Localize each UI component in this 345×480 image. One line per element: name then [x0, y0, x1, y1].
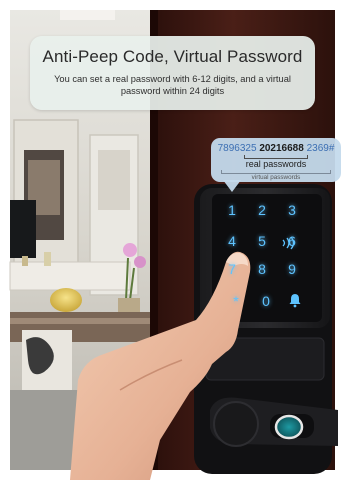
key-8[interactable]: 8 [252, 260, 272, 278]
tv-cabinet [9, 261, 131, 291]
nfc-card-icon [282, 236, 295, 250]
keypad: 1 2 3 4 5 6 7 8 9 * 0 [222, 198, 322, 313]
ceiling-panel [60, 10, 115, 20]
virtual-prefix: 7896325 [217, 143, 257, 154]
virtual-code-bracket [221, 170, 331, 174]
key-3[interactable]: 3 [282, 201, 302, 219]
doorbell-icon[interactable] [288, 292, 302, 308]
key-4[interactable]: 4 [222, 232, 242, 250]
headline-subtitle: You can set a real password with 6-12 di… [54, 74, 291, 96]
virtual-suffix: 2369# [306, 143, 335, 154]
vase [22, 256, 28, 266]
real-code-bracket [244, 155, 308, 159]
key-1[interactable]: 1 [222, 201, 242, 219]
headline-banner: Anti-Peep Code, Virtual Password You can… [30, 36, 315, 110]
television [10, 200, 36, 258]
key-2[interactable]: 2 [252, 201, 272, 219]
product-photo: 1 2 3 4 5 6 7 8 9 * 0 Anti-Peep Code, Vi… [0, 0, 345, 480]
shelf [98, 150, 130, 210]
flower-pot [118, 298, 140, 312]
golden-lamp [50, 288, 82, 312]
real-code: 20216688 [259, 143, 304, 154]
orchid-flower [123, 243, 137, 257]
headline-title: Anti-Peep Code, Virtual Password [42, 47, 303, 66]
fingerprint-sensor [274, 414, 304, 440]
key-7[interactable]: 7 [222, 260, 242, 278]
vase-2 [44, 252, 51, 266]
password-bubble: 7896325 20216688 2369# real passwords vi… [211, 138, 341, 182]
real-passwords-label: real passwords [245, 159, 307, 169]
handle-rosette [213, 401, 259, 447]
code-sequence: 7896325 20216688 2369# [211, 142, 341, 155]
key-5[interactable]: 5 [252, 232, 272, 250]
key-star[interactable]: * [226, 292, 246, 310]
key-9[interactable]: 9 [282, 260, 302, 278]
orchid-flower-2 [134, 256, 146, 268]
key-0[interactable]: 0 [256, 292, 276, 310]
virtual-passwords-label: virtual passwords [251, 174, 301, 181]
coffee-table-top [10, 318, 160, 324]
